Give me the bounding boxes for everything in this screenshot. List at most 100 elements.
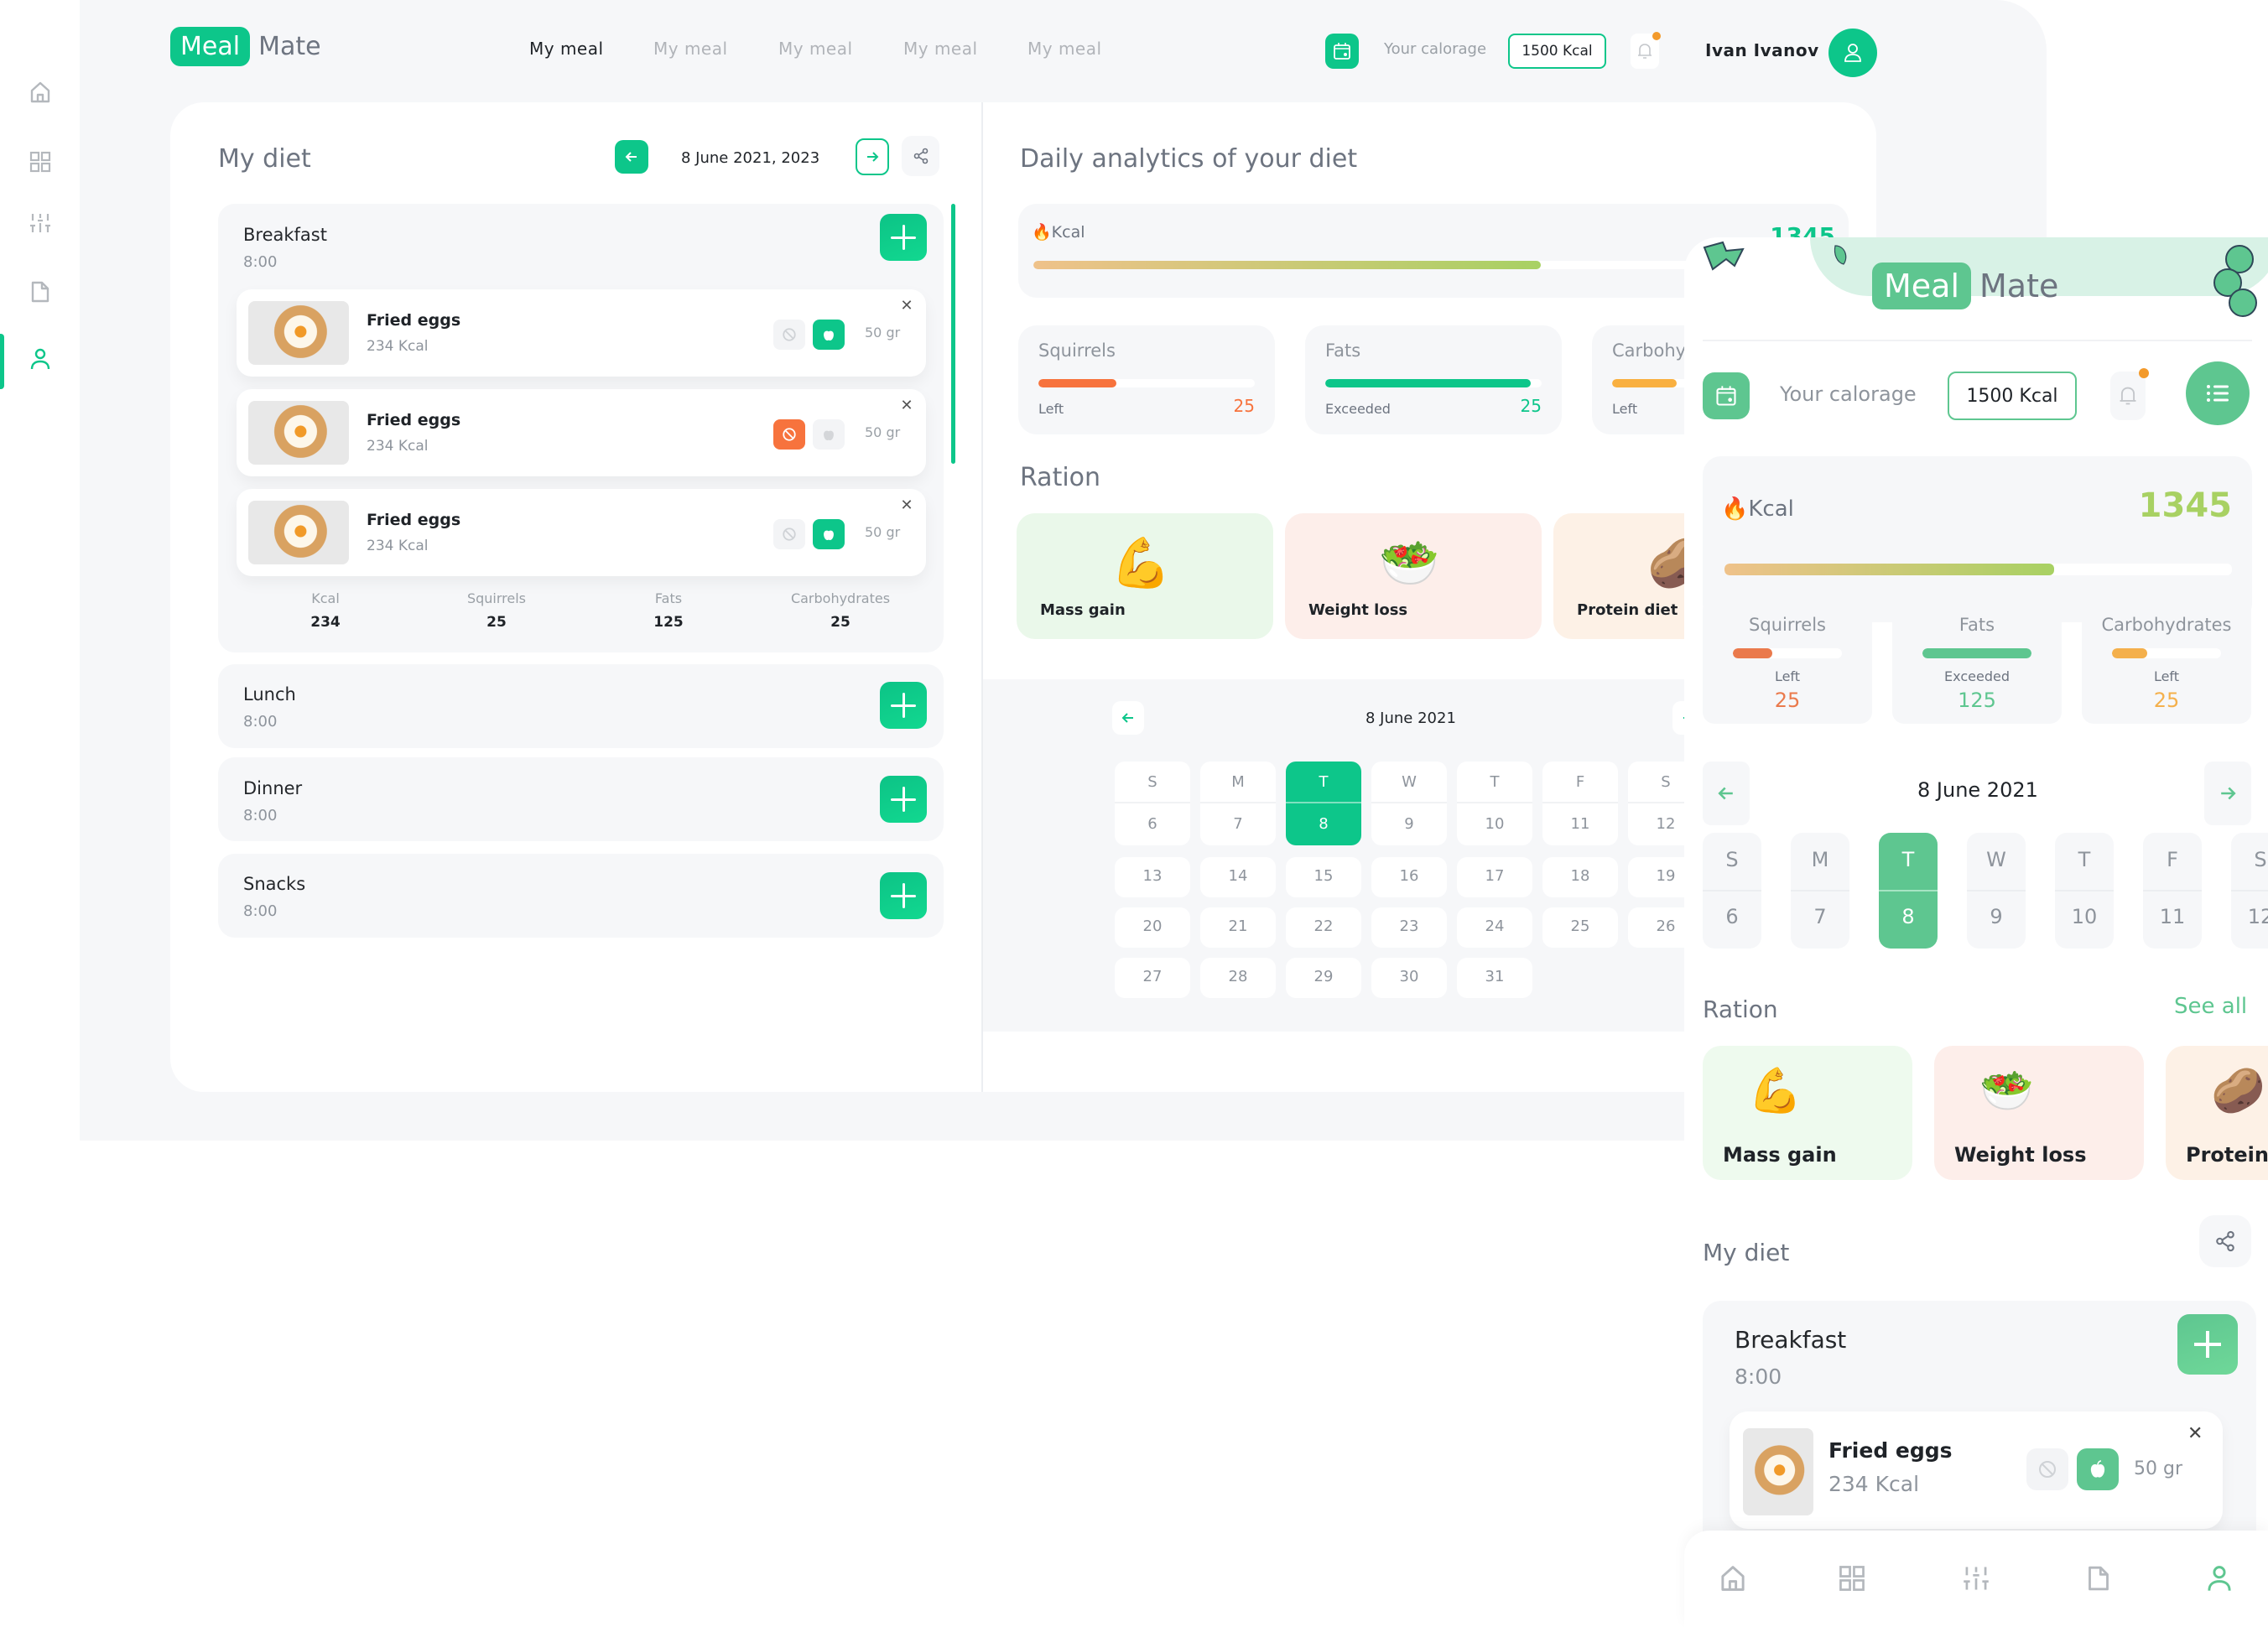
mobile-logo[interactable]: Meal Mate [1872,263,2058,309]
calendar-day[interactable]: 24 [1457,907,1532,948]
mobile-calendar-day[interactable]: T8 [1879,833,1938,949]
see-all-link[interactable]: See all [2174,994,2247,1019]
food-item[interactable]: Fried eggs 234 Kcal 50 gr ✕ [237,289,926,377]
notifications-button[interactable] [1631,32,1661,69]
sidebar-item-grid[interactable] [25,147,55,177]
allowed-toggle[interactable] [2077,1448,2119,1490]
add-food-button[interactable] [880,776,927,823]
calorage-input[interactable]: 1500 Kcal [1508,34,1606,69]
bottom-nav-profile[interactable] [2203,1560,2236,1597]
forbidden-toggle[interactable] [2026,1448,2068,1490]
calendar-day[interactable]: T8 [1286,762,1361,845]
calendar-day[interactable]: S6 [1115,762,1190,845]
calendar-day[interactable]: 29 [1286,958,1361,998]
mobile-calendar-day[interactable]: F 11 [2143,833,2202,949]
calendar-day[interactable]: 25 [1542,907,1618,948]
calendar-day[interactable]: 16 [1371,857,1447,897]
mobile-calendar-button[interactable] [1703,372,1750,419]
next-date-button[interactable] [856,138,889,175]
food-item[interactable]: Fried eggs 234 Kcal 50 gr ✕ [237,489,926,576]
mobile-calendar-next-button[interactable] [2204,762,2251,825]
forbidden-toggle[interactable] [773,320,805,350]
calendar-day[interactable]: 23 [1371,907,1447,948]
sidebar-item-filters[interactable] [25,208,55,238]
ration-card[interactable]: 💪 Mass gain [1017,513,1273,639]
nav-tab-1[interactable]: My meal [529,39,604,59]
logo[interactable]: Meal Mate [170,27,321,66]
calendar-day[interactable]: 28 [1200,958,1276,998]
mobile-macro-card: Fats Exceeded 125 [1892,598,2062,724]
mobile-ration-card[interactable]: 💪 Mass gain [1703,1046,1912,1180]
share-button[interactable] [902,136,939,176]
remove-food-icon[interactable]: ✕ [2187,1423,2203,1444]
add-food-button[interactable] [880,872,927,919]
calendar-day[interactable]: 13 [1115,857,1190,897]
calendar-day[interactable]: M7 [1200,762,1276,845]
mobile-calendar-day[interactable]: S6 [1703,833,1761,949]
bottom-nav-document[interactable] [2082,1560,2115,1597]
ration-card[interactable]: 🥗 Weight loss [1285,513,1542,639]
nav-tab-2[interactable]: My meal [653,39,728,59]
calendar-day[interactable]: T 10 [1457,762,1532,845]
macro-status: Exceeded [1325,401,1391,417]
bottom-nav-filters[interactable] [1959,1560,1993,1597]
calendar-day[interactable]: 20 [1115,907,1190,948]
remove-food-icon[interactable]: ✕ [897,396,916,414]
calendar-prev-button[interactable] [1112,701,1144,735]
mobile-ration-card[interactable]: 🥔 Protein [2166,1046,2268,1180]
allowed-toggle[interactable] [813,419,845,450]
add-food-button[interactable] [880,214,927,261]
calendar-day[interactable]: 22 [1286,907,1361,948]
sidebar-item-home[interactable] [25,77,55,107]
mobile-calendar-day[interactable]: W9 [1967,833,2026,949]
calendar-day[interactable]: 18 [1542,857,1618,897]
macro-title: Carbohydrates [2101,615,2232,635]
add-food-button[interactable] [880,682,927,729]
calendar-day[interactable]: 17 [1457,857,1532,897]
calendar-day[interactable]: W9 [1371,762,1447,845]
calendar-day[interactable]: F 11 [1542,762,1618,845]
nav-tab-3[interactable]: My meal [778,39,853,59]
bottom-nav-home[interactable] [1716,1560,1750,1597]
forbidden-toggle[interactable] [773,519,805,549]
calendar-day[interactable]: 31 [1457,958,1532,998]
mobile-add-food-button[interactable] [2177,1314,2238,1375]
mobile-notifications-button[interactable] [2110,368,2149,420]
sidebar-item-document[interactable] [25,277,55,307]
mobile-ration-card[interactable]: 🥗 Weight loss [1934,1046,2144,1180]
logo-meal: Meal [170,27,251,66]
allowed-toggle[interactable] [813,519,845,549]
scrollbar[interactable] [951,204,955,464]
calendar-day[interactable]: 27 [1115,958,1190,998]
bottom-nav-grid[interactable] [1835,1560,1869,1597]
prev-date-button[interactable] [615,140,648,174]
calendar-cell-divider [1542,802,1618,803]
calendar-button[interactable] [1325,34,1359,69]
calendar-date: 22 [1313,917,1334,935]
nav-tab-5[interactable]: My meal [1027,39,1102,59]
food-item[interactable]: Fried eggs 234 Kcal 50 gr ✕ [237,389,926,476]
allowed-toggle[interactable] [813,320,845,350]
sidebar-item-profile[interactable] [25,344,55,374]
calendar-day[interactable]: 30 [1371,958,1447,998]
mobile-calendar-day[interactable]: M7 [1791,833,1849,949]
calendar-cell-divider [2055,890,2114,891]
food-item[interactable]: Fried eggs 234 Kcal 50 gr ✕ [1730,1411,2223,1529]
mobile-menu-button[interactable] [2186,361,2250,425]
nav-tab-4[interactable]: My meal [903,39,978,59]
calendar-day[interactable]: 14 [1200,857,1276,897]
macro-status: Exceeded [1944,668,2010,684]
calendar-day[interactable]: 21 [1200,907,1276,948]
mobile-calendar-prev-button[interactable] [1703,762,1750,825]
remove-food-icon[interactable]: ✕ [897,296,916,314]
forbidden-toggle[interactable] [773,419,805,450]
mobile-calendar-day[interactable]: T 10 [2055,833,2114,949]
mobile-calendar-day[interactable]: S 12 [2231,833,2268,949]
calendar-day[interactable]: 15 [1286,857,1361,897]
remove-food-icon[interactable]: ✕ [897,496,916,514]
mobile-share-button[interactable] [2199,1215,2251,1267]
user-icon [1844,44,1861,62]
avatar[interactable] [1828,29,1877,77]
calendar-date: 30 [1399,968,1419,985]
mobile-calorage-input[interactable]: 1500 Kcal [1948,372,2077,420]
